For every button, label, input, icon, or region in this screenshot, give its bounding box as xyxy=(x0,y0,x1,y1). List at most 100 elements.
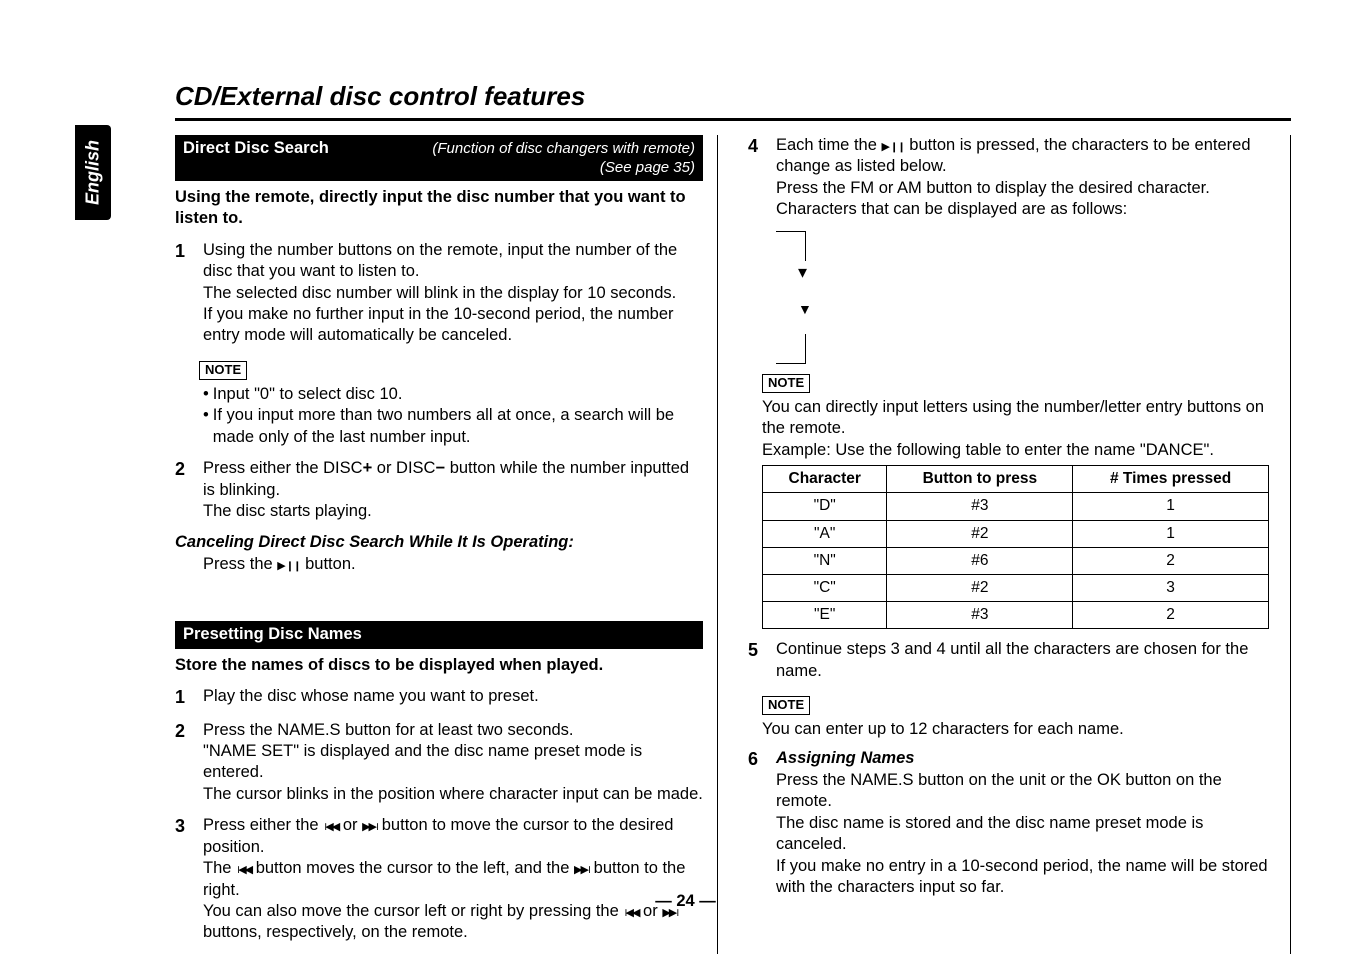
left-column: Direct Disc Search (Function of disc cha… xyxy=(175,135,718,954)
cell: 3 xyxy=(1073,574,1269,601)
step4: 4 Each time the button is pressed, the c… xyxy=(748,135,1276,221)
step6-line-c: If you make no entry in a 10-second peri… xyxy=(776,856,1276,899)
down-arrow-icon: ▾ xyxy=(798,261,1276,284)
play-pause-icon xyxy=(881,136,904,154)
cell: #3 xyxy=(887,602,1073,629)
step-number: 3 xyxy=(175,815,193,944)
step5-body: Continue steps 3 and 4 until all the cha… xyxy=(776,639,1276,682)
note5-text: You can enter up to 12 characters for ea… xyxy=(762,719,1276,740)
step2-line-b: "NAME SET" is displayed and the disc nam… xyxy=(203,741,703,784)
prev-track-icon xyxy=(323,816,338,834)
section-title: Presetting Disc Names xyxy=(183,624,362,645)
cell: 2 xyxy=(1073,547,1269,574)
section1-step1: 1 Using the number buttons on the remote… xyxy=(175,240,703,347)
cell: 2 xyxy=(1073,602,1269,629)
section2-intro: Store the names of discs to be displayed… xyxy=(175,655,703,676)
table-row: "N"#62 xyxy=(763,547,1269,574)
step-number: 1 xyxy=(175,240,193,347)
step4-line-b: Press the FM or AM button to display the… xyxy=(776,178,1276,199)
step-number: 5 xyxy=(748,639,766,682)
section-title: Direct Disc Search xyxy=(183,138,329,159)
cancel-block: Canceling Direct Disc Search While It Is… xyxy=(175,532,703,575)
step6-line-b: The disc name is stored and the disc nam… xyxy=(776,813,1276,856)
step2-line-c: The cursor blinks in the position where … xyxy=(203,784,703,805)
cell: "C" xyxy=(763,574,887,601)
cell: "A" xyxy=(763,520,887,547)
note-bullet-2-text: If you input more than two numbers all a… xyxy=(213,405,703,448)
cell: 1 xyxy=(1073,493,1269,520)
section1-notes: Input "0" to select disc 10. If you inpu… xyxy=(203,384,703,448)
note-label: NOTE xyxy=(762,696,810,715)
step1-body: Play the disc whose name you want to pre… xyxy=(203,686,703,709)
step6: 6 Assigning Names Press the NAME.S butto… xyxy=(748,748,1276,898)
cancel-heading: Canceling Direct Disc Search While It Is… xyxy=(175,532,703,553)
step3-line-a: Press either the or button to move the c… xyxy=(203,815,703,858)
cell: 1 xyxy=(1073,520,1269,547)
section2-step3: 3 Press either the or button to move the… xyxy=(175,815,703,944)
note-bullet-2: If you input more than two numbers all a… xyxy=(203,405,703,448)
step5: 5 Continue steps 3 and 4 until all the c… xyxy=(748,639,1276,682)
t: The xyxy=(203,859,236,877)
table-header-button: Button to press xyxy=(887,466,1073,493)
section-subtitle-line1: (Function of disc changers with remote) xyxy=(432,140,695,157)
step3-line-b: The button moves the cursor to the left,… xyxy=(203,858,703,901)
t: You can also move the cursor left or rig… xyxy=(203,902,623,920)
step-number: 2 xyxy=(175,458,193,522)
minus-icon: − xyxy=(435,459,445,477)
page-number: — 24 — xyxy=(655,891,716,912)
step-number: 2 xyxy=(175,720,193,806)
table-header-character: Character xyxy=(763,466,887,493)
note-label: NOTE xyxy=(199,361,247,380)
play-pause-icon xyxy=(277,555,300,573)
step6-heading: Assigning Names xyxy=(776,748,1276,769)
t: button moves the cursor to the left, and… xyxy=(251,859,574,877)
step6-line-a: Press the NAME.S button on the unit or t… xyxy=(776,770,1276,813)
table-header-times: # Times pressed xyxy=(1073,466,1269,493)
step1-line-a: Using the number buttons on the remote, … xyxy=(203,240,703,283)
note-label: NOTE xyxy=(762,374,810,393)
section2-step1: 1 Play the disc whose name you want to p… xyxy=(175,686,703,709)
t: button. xyxy=(301,555,356,573)
section2-step2: 2 Press the NAME.S button for at least t… xyxy=(175,720,703,806)
note4-line-b: Example: Use the following table to ente… xyxy=(762,440,1276,461)
cell: "N" xyxy=(763,547,887,574)
right-column: 4 Each time the button is pressed, the c… xyxy=(748,135,1291,954)
section1-step2: 2 Press either the DISC+ or DISC− button… xyxy=(175,458,703,522)
cell: #6 xyxy=(887,547,1073,574)
step3-line-c: You can also move the cursor left or rig… xyxy=(203,901,703,944)
table-row: "E"#32 xyxy=(763,602,1269,629)
cell: "D" xyxy=(763,493,887,520)
table-row: "D"#31 xyxy=(763,493,1269,520)
language-tab: English xyxy=(75,125,111,220)
cell: #2 xyxy=(887,520,1073,547)
step2-line-b: The disc starts playing. xyxy=(203,501,703,522)
t: or xyxy=(338,816,362,834)
char-cycle-diagram: ▾ ▼ xyxy=(776,231,1276,365)
section-subtitle-line2: (See page 35) xyxy=(600,159,695,176)
t: Press the xyxy=(203,555,277,573)
section-presetting-disc-names-header: Presetting Disc Names xyxy=(175,621,703,648)
note-bullet-1: Input "0" to select disc 10. xyxy=(203,384,703,405)
next-track-icon xyxy=(362,816,377,834)
prev-track-icon xyxy=(623,902,638,920)
table-row: "C"#23 xyxy=(763,574,1269,601)
section1-intro: Using the remote, directly input the dis… xyxy=(175,187,703,230)
t: Press either the DISC xyxy=(203,459,363,477)
section-subtitle: (Function of disc changers with remote) … xyxy=(432,139,695,178)
prev-track-icon xyxy=(236,859,251,877)
step4-line-a: Each time the button is pressed, the cha… xyxy=(776,135,1276,178)
t: buttons, respectively, on the remote. xyxy=(203,923,468,941)
table-row: "A"#21 xyxy=(763,520,1269,547)
title-rule: CD/External disc control features xyxy=(175,80,1291,121)
step2-line-a: Press either the DISC+ or DISC− button w… xyxy=(203,458,703,501)
cell: #3 xyxy=(887,493,1073,520)
step-number: 1 xyxy=(175,686,193,709)
page-title: CD/External disc control features xyxy=(175,80,1291,114)
next-track-icon xyxy=(574,859,589,877)
step2-line-a: Press the NAME.S button for at least two… xyxy=(203,720,703,741)
char-box xyxy=(776,334,806,364)
page-number-value: 24 xyxy=(676,892,694,910)
step-number: 6 xyxy=(748,748,766,898)
plus-icon: + xyxy=(363,459,373,477)
cell: #2 xyxy=(887,574,1073,601)
